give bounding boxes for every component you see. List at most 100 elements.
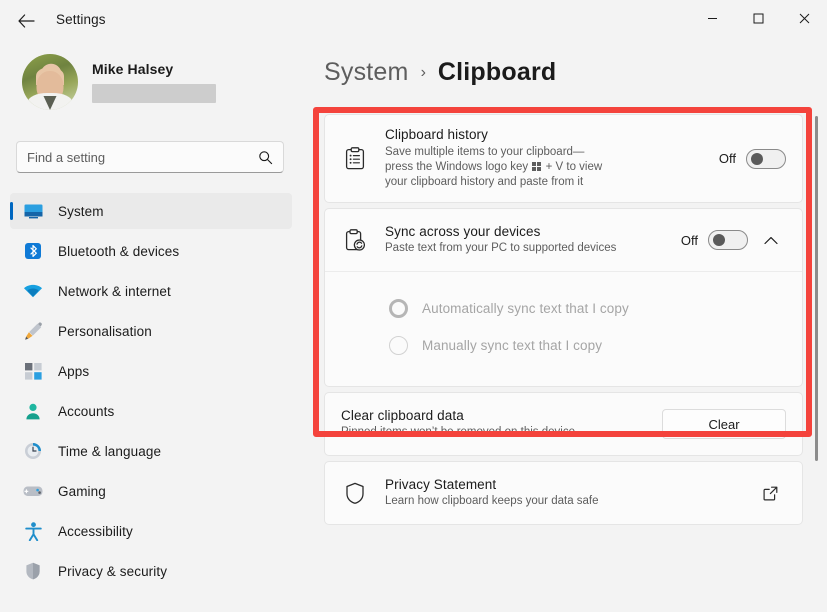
breadcrumb-root[interactable]: System xyxy=(324,58,409,87)
sidebar-nav: System Bluetooth & devices Network & int… xyxy=(10,193,292,593)
sidebar-item-label: Accessibility xyxy=(58,523,133,539)
sidebar-item-label: System xyxy=(58,203,104,219)
minimize-button[interactable] xyxy=(689,0,735,36)
clipboard-history-description: Save multiple items to your clipboard— p… xyxy=(385,145,709,190)
desc-line-4: your clipboard history and paste from it xyxy=(385,176,584,188)
desc-line-3: + V to view xyxy=(545,161,603,173)
sync-devices-control: Off xyxy=(681,225,786,255)
main-scrollbar[interactable] xyxy=(811,44,823,612)
privacy-statement-open-button[interactable] xyxy=(754,477,786,509)
search-icon xyxy=(259,150,273,164)
chevron-up-icon xyxy=(764,236,778,244)
radio-button-selected[interactable] xyxy=(389,299,408,318)
clipboard-history-toggle[interactable] xyxy=(746,148,786,169)
clear-clipboard-control: Clear xyxy=(662,409,786,439)
clear-clipboard-row: Clear clipboard data Pinned items won’t … xyxy=(325,393,802,455)
scrollbar-thumb[interactable] xyxy=(815,116,818,461)
sync-devices-expand-button[interactable] xyxy=(756,225,786,255)
sidebar-item-apps[interactable]: Apps xyxy=(10,353,292,389)
account-name: Mike Halsey xyxy=(92,61,174,77)
sync-devices-toggle[interactable] xyxy=(708,230,748,250)
clipboard-history-toggle-state: Off xyxy=(718,151,736,166)
privacy-statement-row: Privacy Statement Learn how clipboard ke… xyxy=(325,462,802,524)
sidebar-item-label: Personalisation xyxy=(58,323,152,339)
sync-devices-toggle-state: Off xyxy=(680,232,698,248)
bluetooth-icon xyxy=(22,240,44,262)
clear-clipboard-title: Clear clipboard data xyxy=(341,408,464,423)
sidebar-item-label: Privacy & security xyxy=(58,563,168,579)
accessibility-icon xyxy=(22,520,44,542)
close-button[interactable] xyxy=(781,0,827,36)
clipboard-sync-icon xyxy=(341,228,369,252)
clock-icon xyxy=(22,440,44,462)
title-bar: Settings xyxy=(0,0,827,44)
sidebar-item-gaming[interactable]: Gaming xyxy=(10,473,292,509)
sync-option-automatic[interactable]: Automatically sync text that I copy xyxy=(325,290,802,327)
clipboard-history-card: Clipboard history Save multiple items to… xyxy=(324,114,803,203)
sidebar-item-time-language[interactable]: Time & language xyxy=(10,433,292,469)
wifi-icon xyxy=(22,280,44,302)
clear-button[interactable]: Clear xyxy=(662,409,786,439)
sidebar: Mike Halsey Find a setting System Blueto… xyxy=(0,44,300,612)
account-email-redacted xyxy=(92,84,216,103)
toggle-knob xyxy=(751,152,763,165)
close-icon xyxy=(799,13,809,23)
sync-option-label: Automatically sync text that I copy xyxy=(422,301,629,316)
sidebar-item-accessibility[interactable]: Accessibility xyxy=(10,513,292,549)
paintbrush-icon xyxy=(22,320,44,342)
sidebar-item-label: Time & language xyxy=(58,443,162,459)
app-title: Settings xyxy=(56,12,106,27)
sidebar-item-system[interactable]: System xyxy=(10,193,292,229)
privacy-statement-card[interactable]: Privacy Statement Learn how clipboard ke… xyxy=(324,461,803,525)
radio-button-unselected[interactable] xyxy=(389,336,408,355)
sidebar-item-bluetooth-devices[interactable]: Bluetooth & devices xyxy=(10,233,292,269)
sync-devices-title: Sync across your devices xyxy=(385,224,541,239)
maximize-icon xyxy=(753,13,763,23)
sidebar-item-label: Network & internet xyxy=(58,283,171,299)
privacy-statement-description: Learn how clipboard keeps your data safe xyxy=(385,495,599,507)
sidebar-item-network-internet[interactable]: Network & internet xyxy=(10,273,292,309)
main-content: System › Clipboard Clipboard history Sav… xyxy=(300,44,827,612)
window-controls xyxy=(689,0,827,36)
clear-clipboard-description: Pinned items won’t be removed on this de… xyxy=(341,426,575,438)
monitor-icon xyxy=(22,200,44,222)
back-button[interactable] xyxy=(8,4,44,38)
toggle-knob xyxy=(713,234,725,246)
sidebar-item-label: Bluetooth & devices xyxy=(58,243,180,259)
shield-icon xyxy=(22,560,44,582)
person-icon xyxy=(22,400,44,422)
sidebar-item-accounts[interactable]: Accounts xyxy=(10,393,292,429)
clipboard-history-row: Clipboard history Save multiple items to… xyxy=(325,115,802,202)
sidebar-item-personalisation[interactable]: Personalisation xyxy=(10,313,292,349)
clipboard-list-icon xyxy=(341,147,369,170)
avatar xyxy=(22,54,78,110)
external-link-icon xyxy=(763,486,777,500)
privacy-statement-title: Privacy Statement xyxy=(385,477,497,492)
sidebar-item-label: Apps xyxy=(58,363,90,379)
clipboard-history-title: Clipboard history xyxy=(385,127,488,142)
minimize-icon xyxy=(707,17,717,19)
sidebar-item-privacy-security[interactable]: Privacy & security xyxy=(10,553,292,589)
sync-options-group: Automatically sync text that I copy Manu… xyxy=(325,271,802,386)
sync-option-label: Manually sync text that I copy xyxy=(422,338,603,353)
settings-window: Settings Mike Halsey Find a setting Syst… xyxy=(0,0,827,612)
shield-outline-icon xyxy=(341,482,369,505)
desc-line-1: Save multiple items to your clipboard— xyxy=(385,146,585,158)
account-block[interactable]: Mike Halsey xyxy=(22,54,216,110)
settings-cards: Clipboard history Save multiple items to… xyxy=(324,114,803,530)
windows-logo-key-icon xyxy=(532,162,542,171)
search-container xyxy=(16,141,284,173)
clipboard-history-control: Off xyxy=(718,148,786,169)
sync-option-manual[interactable]: Manually sync text that I copy xyxy=(325,327,802,364)
sync-devices-row: Sync across your devices Paste text from… xyxy=(325,209,802,271)
gamepad-icon xyxy=(22,480,44,502)
search-input[interactable] xyxy=(27,149,258,165)
sync-devices-description: Paste text from your PC to supported dev… xyxy=(385,242,617,254)
breadcrumb-separator-icon: › xyxy=(420,63,426,81)
maximize-button[interactable] xyxy=(735,0,781,36)
sidebar-item-label: Gaming xyxy=(58,483,106,499)
clear-clipboard-card: Clear clipboard data Pinned items won’t … xyxy=(324,392,803,456)
desc-line-2: press the Windows logo key xyxy=(385,161,529,173)
sync-devices-card: Sync across your devices Paste text from… xyxy=(324,208,803,387)
apps-grid-icon xyxy=(22,360,44,382)
